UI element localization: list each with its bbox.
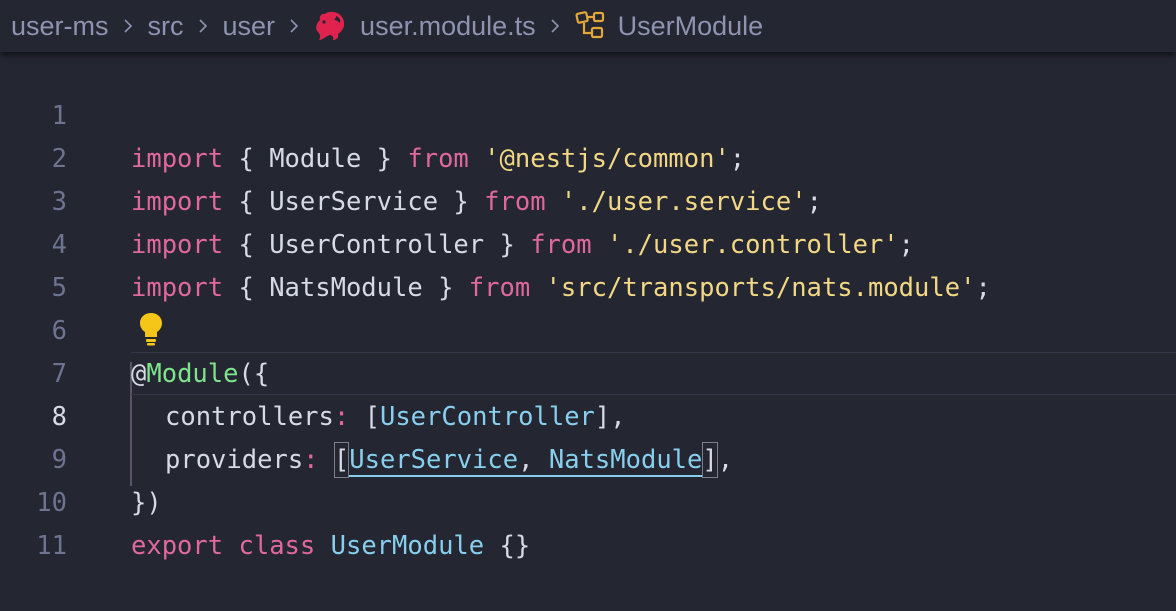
breadcrumb-item-file[interactable]: user.module.ts <box>360 11 536 42</box>
chevron-right-icon <box>548 19 562 33</box>
nestjs-file-icon <box>312 8 348 44</box>
code-line[interactable]: 5 <box>0 224 1176 303</box>
chevron-right-icon <box>196 19 210 33</box>
code-line[interactable]: 9 }) <box>0 396 1176 518</box>
keyword: class <box>238 531 316 561</box>
lightbulb-icon[interactable] <box>136 310 166 348</box>
module-symbol-icon <box>574 9 608 43</box>
code-line[interactable]: 4 import { NatsModule } from 'src/transp… <box>0 181 1176 303</box>
breadcrumb: user-ms src user user.module.ts UserModu… <box>0 0 1176 52</box>
code-line[interactable]: 6 @Module({ <box>0 267 1176 389</box>
code-line[interactable]: 1 import { Module } from '@nestjs/common… <box>0 52 1176 174</box>
breadcrumb-item-src[interactable]: src <box>148 11 184 42</box>
breadcrumb-item-user[interactable]: user <box>223 11 276 42</box>
code-line-active[interactable]: 8 providers: [UserService, NatsModule], <box>0 353 1176 478</box>
line-number: 11 <box>36 531 67 561</box>
keyword: export <box>131 531 224 561</box>
class-name: UserModule <box>330 531 485 561</box>
code-line[interactable]: 2 import { UserService } from './user.se… <box>0 95 1176 217</box>
code-editor[interactable]: 1 import { Module } from '@nestjs/common… <box>0 52 1176 561</box>
chevron-right-icon <box>121 19 135 33</box>
breadcrumb-item-user-ms[interactable]: user-ms <box>11 11 109 42</box>
code-line[interactable]: 11 <box>0 482 1176 561</box>
punctuation: {} <box>499 531 531 561</box>
chevron-right-icon <box>287 19 301 33</box>
code-line[interactable]: 10 export class UserModule {} <box>0 439 1176 561</box>
code-line[interactable]: 7 controllers: [UserController], <box>0 310 1176 432</box>
breadcrumb-item-symbol[interactable]: UserModule <box>618 11 764 42</box>
code-line[interactable]: 3 import { UserController } from './user… <box>0 138 1176 260</box>
